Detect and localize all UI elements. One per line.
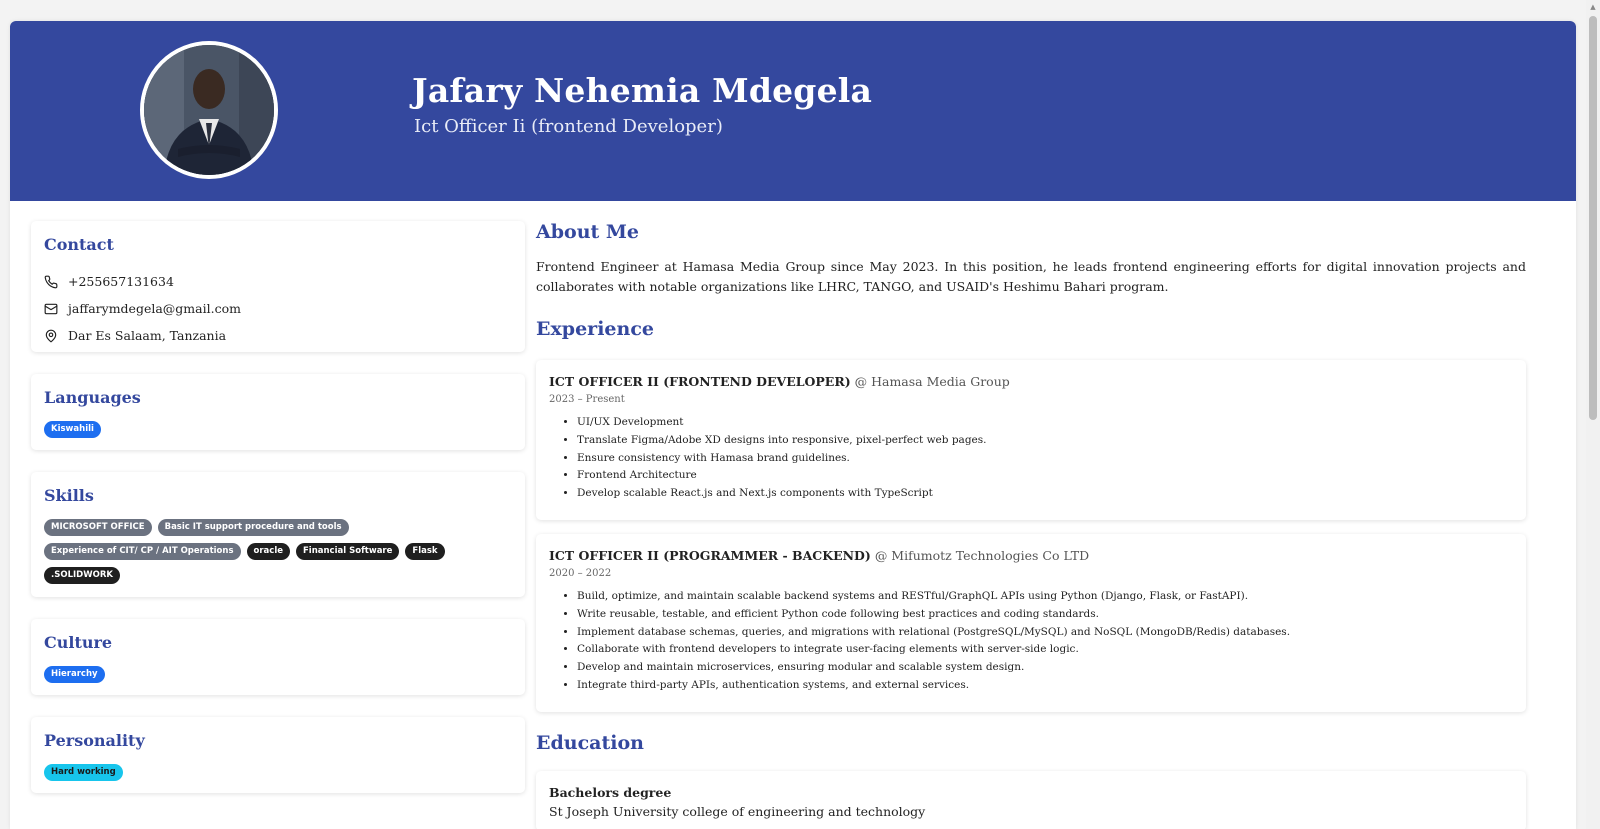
skill-tag: MICROSOFT OFFICE [44,519,152,536]
experience-bullets: UI/UX Development Translate Figma/Adobe … [549,414,1513,503]
experience-item: ICT OFFICER II (PROGRAMMER - BACKEND) @ … [536,534,1526,712]
experience-item: ICT OFFICER II (FRONTEND DEVELOPER) @ Ha… [536,360,1526,520]
experience-role: ICT OFFICER II (FRONTEND DEVELOPER) [549,374,851,389]
contact-phone: +255657131634 [44,268,512,295]
skill-tag: Experience of CIT/ CP / AIT Operations [44,543,241,560]
personality-heading: Personality [44,731,145,750]
scroll-up-arrow-icon[interactable]: ▲ [1589,3,1597,11]
culture-tag: Hierarchy [44,666,105,683]
contact-email: jaffarymdegela@gmail.com [44,295,512,322]
experience-org: @ Hamasa Media Group [854,374,1010,389]
languages-heading: Languages [44,388,141,407]
profile-title: Ict Officer Ii (frontend Developer) [414,116,723,137]
email-text[interactable]: jaffarymdegela@gmail.com [68,301,241,316]
culture-card: Culture Hierarchy [31,619,525,695]
personality-tag: Hard working [44,764,123,781]
experience-dates: 2020 – 2022 [549,568,612,579]
phone-text[interactable]: +255657131634 [68,274,174,289]
language-tag: Kiswahili [44,421,101,438]
culture-heading: Culture [44,633,113,652]
profile-avatar [140,41,278,179]
profile-header: Jafary Nehemia Mdegela Ict Officer Ii (f… [10,21,1576,201]
profile-name: Jafary Nehemia Mdegela [412,71,873,110]
scroll-thumb[interactable] [1589,16,1597,420]
experience-org: @ Mifumotz Technologies Co LTD [874,548,1090,563]
education-heading: Education [536,732,644,754]
experience-heading: Experience [536,318,654,340]
main-content: About Me Frontend Engineer at Hamasa Med… [536,221,1526,829]
experience-bullet: Implement database schemas, queries, and… [577,624,1513,642]
page-scrollbar[interactable]: ▲ [1586,0,1600,829]
contact-location: Dar Es Salaam, Tanzania [44,322,512,349]
experience-header: ICT OFFICER II (FRONTEND DEVELOPER) @ Ha… [549,374,1513,389]
skill-tag: Basic IT support procedure and tools [157,519,349,536]
skills-heading: Skills [44,486,94,505]
experience-bullet: Ensure consistency with Hamasa brand gui… [577,450,1513,468]
contact-heading: Contact [44,235,114,254]
mail-icon [44,302,58,316]
about-heading: About Me [536,221,640,243]
experience-bullet: Collaborate with frontend developers to … [577,641,1513,659]
resume-page: Jafary Nehemia Mdegela Ict Officer Ii (f… [10,21,1576,829]
profile-photo-icon [144,45,274,175]
education-item: Bachelors degree St Joseph University co… [536,771,1526,829]
experience-role: ICT OFFICER II (PROGRAMMER - BACKEND) [549,548,871,563]
experience-bullet: UI/UX Development [577,414,1513,432]
sidebar: Contact +255657131634 jaffarymdegela@gma… [31,221,525,815]
personality-card: Personality Hard working [31,717,525,793]
location-text: Dar Es Salaam, Tanzania [68,328,227,343]
experience-dates: 2023 – Present [549,394,625,405]
experience-bullet: Develop and maintain microservices, ensu… [577,659,1513,677]
experience-bullet: Translate Figma/Adobe XD designs into re… [577,432,1513,450]
education-school: St Joseph University college of engineer… [549,804,926,819]
location-pin-icon [44,329,58,343]
skill-tag: Flask [405,543,445,560]
education-degree: Bachelors degree [549,785,672,800]
experience-header: ICT OFFICER II (PROGRAMMER - BACKEND) @ … [549,548,1513,563]
phone-icon [44,275,58,289]
skills-card: Skills MICROSOFT OFFICE Basic IT support… [31,472,525,597]
experience-bullet: Write reusable, testable, and efficient … [577,606,1513,624]
skill-tag: oracle [246,543,290,560]
skill-tag: Financial Software [296,543,400,560]
experience-bullet: Frontend Architecture [577,467,1513,485]
languages-card: Languages Kiswahili [31,374,525,450]
experience-bullet: Integrate third-party APIs, authenticati… [577,677,1513,695]
about-text: Frontend Engineer at Hamasa Media Group … [536,259,1526,294]
experience-bullets: Build, optimize, and maintain scalable b… [549,588,1513,695]
experience-bullet: Build, optimize, and maintain scalable b… [577,588,1513,606]
contact-card: Contact +255657131634 jaffarymdegela@gma… [31,221,525,352]
skill-tag: .SOLIDWORK [44,567,120,584]
experience-bullet: Develop scalable React.js and Next.js co… [577,485,1513,503]
